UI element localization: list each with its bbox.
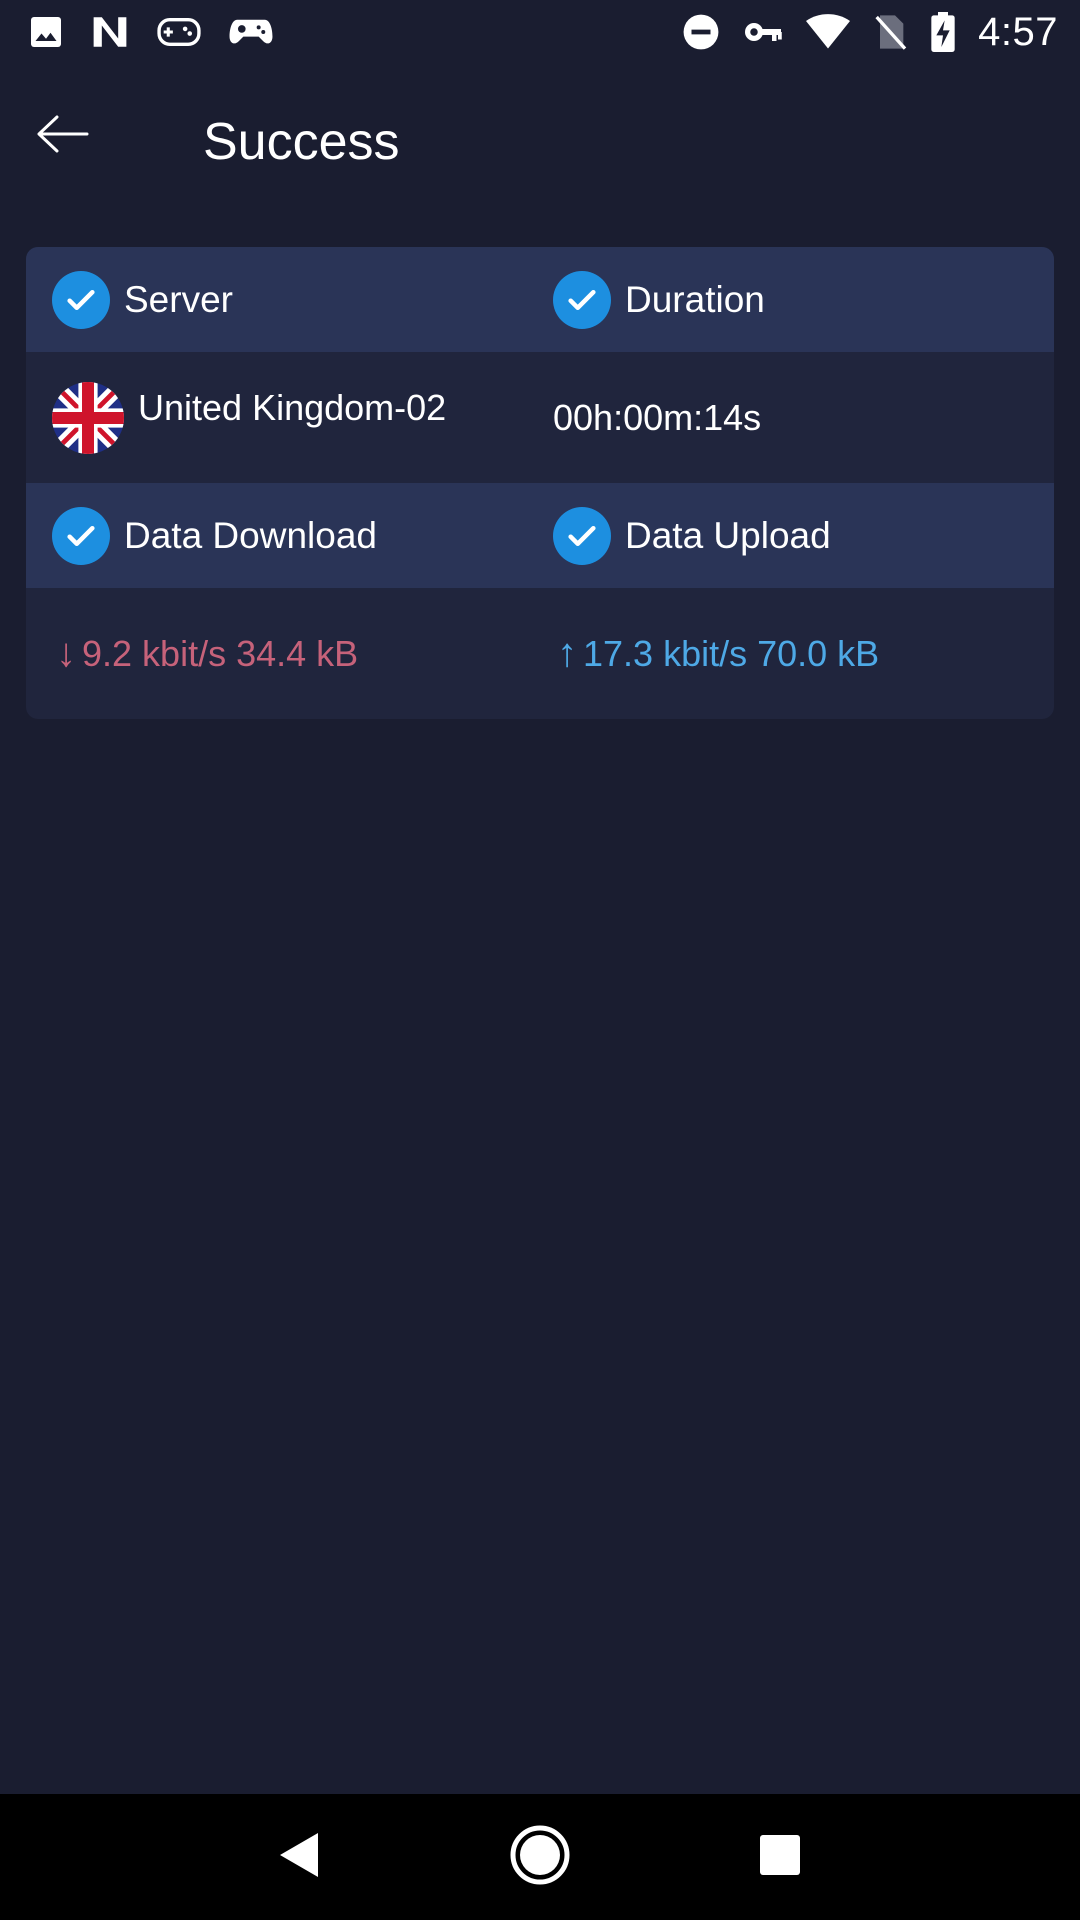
duration-header: Duration: [553, 247, 765, 352]
nav-recents-button[interactable]: [735, 1812, 825, 1902]
status-right-icons: 4:57: [660, 10, 1058, 55]
battery-charging-icon: [930, 12, 956, 52]
back-button[interactable]: [22, 104, 102, 168]
uk-flag-icon: [52, 381, 124, 454]
duration-value: 00h:00m:14s: [553, 396, 762, 438]
home-circle-icon: [509, 1824, 571, 1891]
vpn-key-icon: [742, 13, 784, 51]
server-label: Server: [124, 278, 233, 320]
upload-header: Data Upload: [553, 483, 831, 588]
connection-summary-card: Server Duration United Kingdom-02 00h:00…: [26, 247, 1054, 719]
arrow-down-icon: ↓: [56, 631, 76, 675]
upload-value-cell: ↑ 17.3 kbit/s 70.0 kB: [553, 588, 879, 719]
no-sim-icon: [872, 12, 908, 52]
status-bar: 4:57: [0, 0, 1080, 64]
back-triangle-icon: [278, 1831, 322, 1884]
download-value-cell: ↓ 9.2 kbit/s 34.4 kB: [52, 588, 358, 719]
gamepad-icon: [156, 14, 202, 50]
server-name: United Kingdom-02: [138, 386, 447, 428]
wifi-icon: [806, 13, 851, 51]
check-icon: [553, 506, 611, 565]
controller-icon: [228, 14, 274, 50]
server-header: Server: [52, 247, 233, 352]
header-row-data: Data Download Data Upload: [26, 483, 1054, 588]
nav-back-button[interactable]: [255, 1812, 345, 1902]
download-stat: ↓ 9.2 kbit/s 34.4 kB: [52, 631, 358, 676]
download-value: 9.2 kbit/s 34.4 kB: [82, 632, 359, 674]
arrow-back-icon: [35, 114, 89, 159]
n-logo-icon: [90, 14, 130, 50]
image-icon: [28, 14, 64, 50]
header-row-server-duration: Server Duration: [26, 247, 1054, 352]
recents-square-icon: [759, 1834, 801, 1881]
download-header: Data Download: [52, 483, 377, 588]
upload-label: Data Upload: [625, 514, 831, 556]
nav-home-button[interactable]: [495, 1812, 585, 1902]
server-value: United Kingdom-02: [52, 352, 446, 483]
duration-label: Duration: [625, 278, 765, 320]
upload-value: 17.3 kbit/s 70.0 kB: [583, 632, 880, 674]
status-time: 4:57: [978, 9, 1058, 54]
duration-value-cell: 00h:00m:14s: [553, 352, 761, 483]
status-left-icons: [28, 14, 300, 50]
app-bar: Success: [0, 64, 1080, 224]
system-nav-bar: [0, 1794, 1080, 1920]
upload-stat: ↑ 17.3 kbit/s 70.0 kB: [553, 631, 879, 676]
page-title: Success: [203, 113, 400, 171]
value-row-data: ↓ 9.2 kbit/s 34.4 kB ↑ 17.3 kbit/s 70.0 …: [26, 588, 1054, 719]
check-icon: [52, 506, 110, 565]
check-icon: [553, 270, 611, 329]
do-not-disturb-icon: [682, 13, 720, 51]
arrow-up-icon: ↑: [557, 631, 577, 675]
download-label: Data Download: [124, 514, 377, 556]
check-icon: [52, 270, 110, 329]
value-row-server-duration: United Kingdom-02 00h:00m:14s: [26, 352, 1054, 483]
